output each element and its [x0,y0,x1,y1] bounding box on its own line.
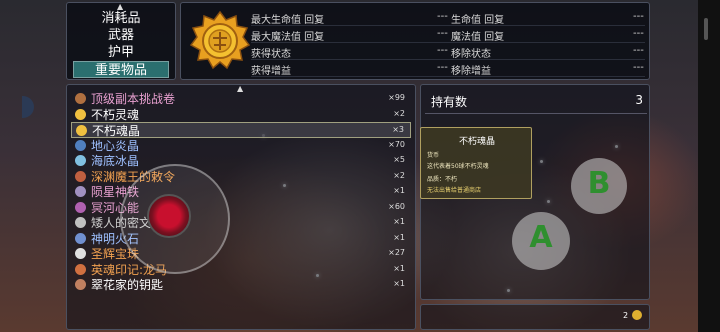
list-item[interactable]: 海底冰晶 ×5 [71,153,411,169]
category-key-items[interactable]: 重要物品 [73,61,169,78]
owned-title: 持有数 [431,95,468,109]
list-item[interactable]: 英魂印记:龙马 ×1 [71,262,411,278]
category-consumables[interactable]: 消耗品 [73,10,169,27]
tooltip-line: 货币 [427,152,440,159]
list-item[interactable]: 圣辉宝珠 ×27 [71,246,411,262]
item-quantity: ×5 [393,155,405,164]
stat-value: --- [633,45,644,56]
flame-icon [75,139,86,151]
crystal-icon [76,125,87,136]
tooltip-line: 品质：不朽 [427,176,458,183]
stat-label: 最大魔法值 回复 [251,32,325,43]
stat-label: 获得增益 [251,66,291,77]
item-name: 海底冰晶 [91,154,140,168]
screen-edge [698,0,720,332]
list-item[interactable]: 顶级副本挑战卷 ×99 [71,91,411,107]
stat-row: 获得增益 --- 移除增益 --- [251,60,645,77]
stat-label: 最大生命值 回复 [251,15,325,26]
stat-value: --- [437,28,448,39]
stat-value: --- [633,11,644,22]
orb-icon [75,248,86,259]
stat-label: 获得状态 [251,49,291,60]
item-quantity: ×3 [392,125,404,134]
stat-row: 最大生命值 回复 --- 生命值 回复 --- [251,9,645,26]
item-quantity: ×99 [388,93,405,102]
list-item[interactable]: 不朽灵魂 ×2 [71,107,411,123]
stat-value: --- [633,28,644,39]
item-quantity: ×1 [393,279,405,288]
item-name: 地心炎晶 [91,138,140,153]
category-armor[interactable]: 护甲 [73,44,169,61]
list-item[interactable]: 翠花家的钥匙 ×1 [71,277,411,293]
tablet-icon [75,217,86,228]
stat-row: 最大魔法值 回复 --- 魔法值 回复 --- [251,26,645,43]
owned-count: 3 [635,93,643,107]
item-quantity: ×2 [393,108,405,118]
list-item[interactable]: 陨星神铁 ×1 [71,184,411,200]
ore-icon [75,186,86,197]
stat-value: --- [437,45,448,56]
list-item[interactable]: 不朽魂晶 ×3 [71,122,411,138]
stat-label: 移除增益 [451,66,491,77]
stat-value: --- [437,62,448,73]
soul-icon [75,108,86,120]
decree-icon [75,170,86,182]
tooltip-line: 这代表着50球不朽灵魂 [427,163,489,170]
item-quantity: ×27 [388,248,405,257]
ice-icon [75,155,86,166]
stat-label: 生命值 回复 [451,15,505,26]
item-quantity: ×1 [393,186,405,195]
item-name: 不朽灵魂 [91,107,140,122]
item-list: ▲ 顶级副本挑战卷 ×99 不朽灵魂 ×2 不朽魂晶 ×3 地心炎晶 ×70 海底冰晶 ×5 深渊魔… [66,84,416,330]
item-quantity: ×1 [393,217,405,226]
item-name: 翠花家的钥匙 [91,278,164,292]
joystick-knob[interactable] [147,194,191,238]
category-panel: ▲ 消耗品 武器 护甲 重要物品 [66,2,176,80]
item-quantity: ×2 [393,170,405,180]
b-button[interactable]: B [571,158,627,214]
scroll-icon [75,93,86,104]
currency-panel [420,304,650,330]
item-quantity: ×1 [393,263,405,273]
coin-icon [632,310,642,320]
tooltip-line: 无法出售给普通商店 [427,187,482,194]
stat-label: 魔法值 回复 [451,32,505,43]
item-quantity: ×70 [388,139,405,149]
key-icon [75,279,86,290]
divider [425,113,647,114]
stat-value: --- [633,62,644,73]
a-button[interactable]: A [512,212,570,270]
stat-value: --- [437,11,448,22]
b-button-label: B [587,166,611,201]
list-item[interactable]: 深渊魔王的敕令 ×2 [71,169,411,185]
medal-icon [189,10,251,70]
item-quantity: ×60 [388,201,405,211]
item-detail-panel: 最大生命值 回复 --- 生命值 回复 --- 最大魔法值 回复 --- 魔法值… [180,2,650,80]
item-tooltip: 不朽魂晶 货币 这代表着50球不朽灵魂 品质：不朽 无法出售给普通商店 [420,127,532,199]
list-item[interactable]: 地心炎晶 ×70 [71,138,411,154]
category-weapons[interactable]: 武器 [73,27,169,44]
item-quantity: ×1 [393,232,405,242]
tooltip-title: 不朽魂晶 [458,137,495,147]
stat-label: 移除状态 [451,49,491,60]
firestone-icon [75,232,86,244]
mark-icon [75,263,86,275]
heart-icon [75,201,86,213]
a-button-label: A [529,220,553,255]
currency-value: 2 [623,311,629,320]
item-name: 顶级副本挑战卷 [91,92,176,106]
stat-row: 获得状态 --- 移除状态 --- [251,43,645,60]
edge-tab [704,18,708,40]
